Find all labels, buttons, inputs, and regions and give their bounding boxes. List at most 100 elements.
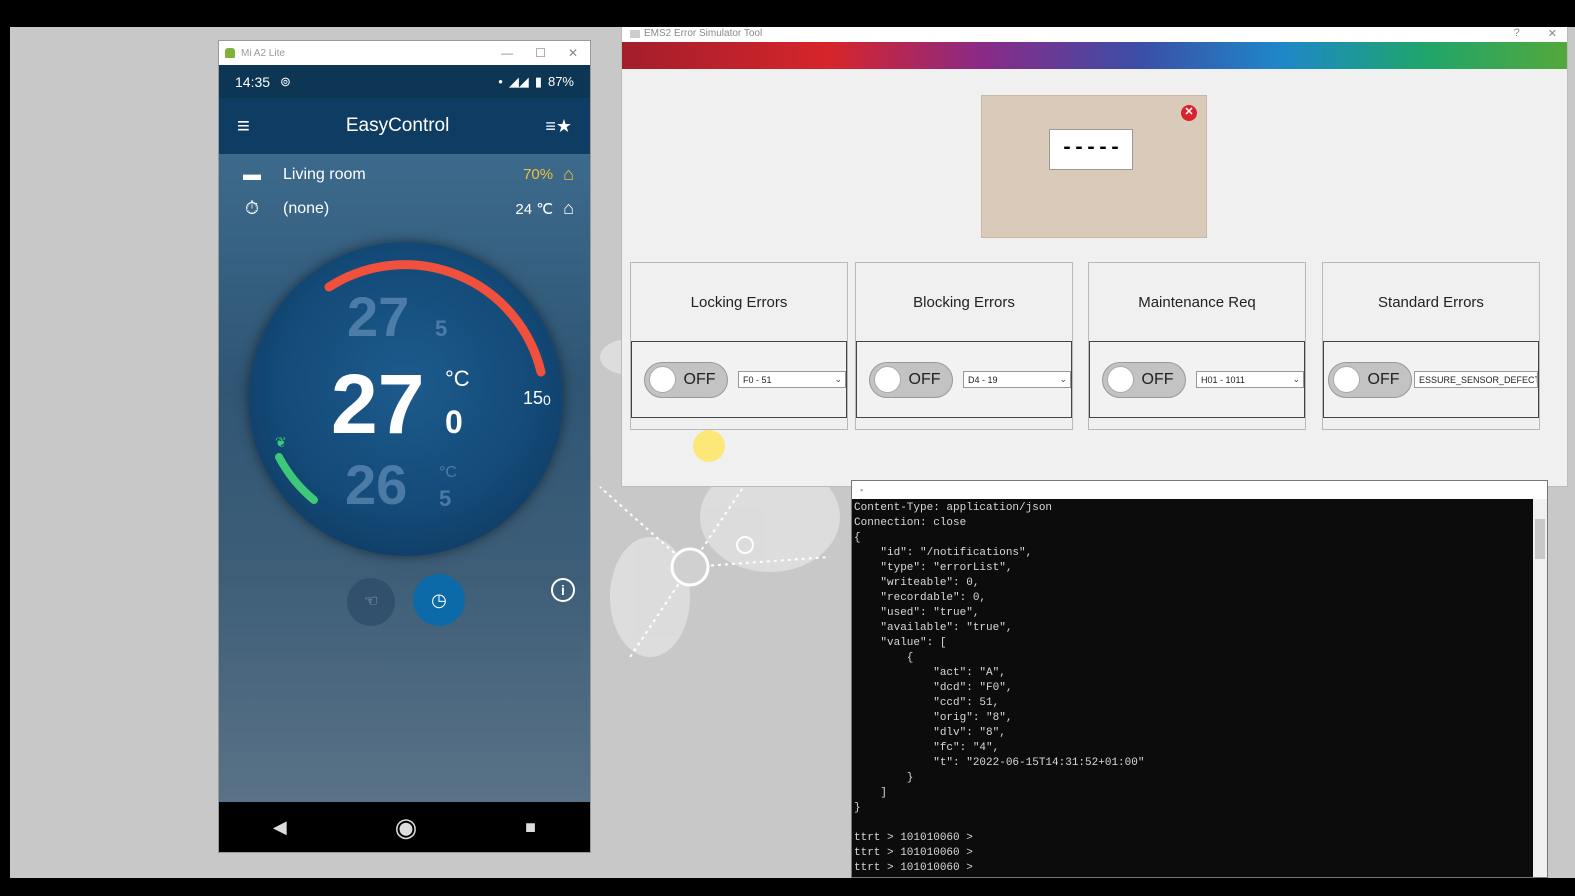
toggle-label: OFF: [1367, 370, 1400, 388]
sofa-icon: ▬: [243, 164, 261, 184]
ems-window-title: EMS2 Error Simulator Tool: [644, 28, 763, 39]
console-line: Content-Type: application/json: [854, 502, 1053, 514]
console-window: ▪ Content-Type: application/json Connecti…: [851, 480, 1548, 878]
console-line: "act": "A",: [854, 667, 1006, 679]
console-line: "type": "errorList",: [854, 562, 1013, 574]
blocking-errors-toggle[interactable]: OFF: [869, 361, 953, 398]
console-line: "dcd": "F0",: [854, 682, 1013, 694]
mouse-cursor-highlight: [693, 430, 725, 462]
phone-emulator-window: Mi A2 Lite — ☐ ✕ 14:35 ⊚ • ◢◢ ▮ 87% ≡ Ea…: [218, 40, 591, 853]
standard-errors-toggle[interactable]: OFF: [1328, 361, 1412, 398]
android-icon: [225, 48, 235, 58]
panel-controls: OFF H01 - 1011 ⌄: [1089, 341, 1305, 418]
console-line: {: [854, 532, 861, 544]
locking-error-select[interactable]: F0 - 51 ⌄: [738, 371, 846, 388]
home-icon[interactable]: ◉: [395, 812, 418, 843]
console-line: {: [854, 652, 914, 664]
console-line: "ccd": 51,: [854, 697, 1000, 709]
upper-setpoint-decimal: 5: [435, 316, 448, 341]
panel-title: Maintenance Req: [1138, 293, 1256, 311]
panel-controls: OFF D4 - 19 ⌄: [856, 341, 1072, 418]
console-line: "writeable": 0,: [854, 577, 980, 589]
console-line: "recordable": 0,: [854, 592, 987, 604]
notification-dot-icon: •: [498, 74, 503, 89]
panel-title: Standard Errors: [1378, 293, 1484, 311]
console-line: "value": [: [854, 637, 947, 649]
favorites-menu-icon[interactable]: ≡★: [545, 116, 572, 137]
toggle-label: OFF: [908, 370, 941, 388]
app-header: ≡ EasyControl ≡★: [219, 98, 590, 154]
back-icon[interactable]: ◀: [273, 817, 287, 838]
blocking-errors-panel: Blocking Errors OFF D4 - 19 ⌄: [855, 262, 1073, 430]
panel-title: Locking Errors: [690, 293, 788, 311]
status-time: 14:35: [235, 73, 271, 90]
room-name: Living room: [283, 165, 366, 183]
maintenance-select[interactable]: H01 - 1011 ⌄: [1196, 371, 1304, 388]
console-line: "orig": "8",: [854, 712, 1013, 724]
schedule-row[interactable]: ⏱ (none) 24 ℃ ⌂: [237, 198, 574, 219]
android-nav-bar: ◀ ◉ ■: [219, 802, 590, 852]
blocking-error-select[interactable]: D4 - 19 ⌄: [963, 371, 1071, 388]
console-window-icon: ▪: [860, 485, 864, 495]
console-line: ]: [854, 787, 888, 799]
screen: Mi A2 Lite — ☐ ✕ 14:35 ⊚ • ◢◢ ▮ 87% ≡ Ea…: [0, 0, 1575, 896]
chevron-down-icon: ⌄: [834, 374, 842, 384]
schedule-value: (none): [283, 199, 330, 217]
locking-errors-toggle[interactable]: OFF: [644, 361, 728, 398]
app-content: ▬ Living room 70% ⌂ ⏱ (none) 24 ℃ ⌂ ❦ 27…: [219, 154, 590, 804]
console-scrollbar[interactable]: [1533, 499, 1547, 877]
toggle-knob: [1333, 366, 1360, 393]
error-display-panel: ----- ✕: [981, 95, 1207, 238]
upper-setpoint: 27: [347, 285, 410, 348]
app-window-icon: [630, 29, 640, 38]
help-icon[interactable]: ?: [1514, 27, 1520, 40]
console-line: ttrt > 101010060 >: [854, 862, 973, 874]
clear-error-icon[interactable]: ✕: [1181, 105, 1197, 121]
toggle-label: OFF: [683, 370, 716, 388]
humidity-value: 70%: [523, 166, 554, 183]
select-value: D4 - 19: [968, 374, 998, 385]
toggle-knob: [649, 366, 676, 393]
outdoor-thermometer-icon: ⌂: [563, 198, 574, 218]
maintenance-req-toggle[interactable]: OFF: [1102, 361, 1186, 398]
select-value: H01 - 1011: [1201, 374, 1245, 385]
console-line: }: [854, 802, 861, 814]
console-line: ttrt > 101010060 >: [854, 847, 973, 859]
minimize-button[interactable]: —: [501, 46, 513, 60]
console-titlebar: ▪: [852, 481, 1547, 499]
close-window-button[interactable]: ✕: [568, 46, 578, 60]
panel-controls: OFF F0 - 51 ⌄: [631, 341, 847, 418]
side-value-decimal: 0: [543, 392, 551, 408]
auto-mode-clock-button[interactable]: ◷: [413, 574, 465, 626]
menu-icon[interactable]: ≡: [237, 113, 250, 139]
battery-icon: ▮: [534, 73, 542, 89]
recents-icon[interactable]: ■: [525, 817, 536, 838]
console-output[interactable]: Content-Type: application/json Connection…: [852, 499, 1547, 878]
scrollbar-thumb[interactable]: [1535, 519, 1545, 559]
ems-close-icon[interactable]: ✕: [1548, 27, 1557, 40]
maximize-button[interactable]: ☐: [535, 46, 546, 60]
temperature-unit: °C: [445, 366, 470, 391]
current-temperature-decimal: 0: [445, 404, 463, 440]
schedule-clock-icon: ⏱: [244, 198, 260, 218]
manual-mode-hand-icon[interactable]: ☜: [347, 578, 395, 626]
toggle-knob: [1107, 366, 1134, 393]
info-icon[interactable]: i: [551, 578, 575, 602]
toggle-label: OFF: [1141, 370, 1174, 388]
thermostat-dial[interactable]: ❦ 27 5 27 °C 0 26 °C 5 15 0: [249, 242, 563, 556]
console-line: "id": "/notifications",: [854, 547, 1033, 559]
current-temperature: 27: [331, 357, 425, 451]
battery-percent: 87%: [547, 74, 574, 89]
console-line: "available": "true",: [854, 622, 1013, 634]
select-value: ESSURE_SENSOR_DEFECT: [1419, 374, 1538, 385]
toggle-knob: [874, 366, 901, 393]
console-line: "fc": "4",: [854, 742, 1000, 754]
eco-arc: [275, 453, 318, 504]
room-row[interactable]: ▬ Living room 70% ⌂: [237, 164, 574, 185]
outside-temperature: 24 ℃: [515, 200, 554, 218]
maintenance-req-panel: Maintenance Req OFF H01 - 1011 ⌄: [1088, 262, 1306, 430]
standard-error-select[interactable]: ESSURE_SENSOR_DEFECT ⌄: [1414, 371, 1538, 388]
signal-icon: ◢◢: [508, 73, 529, 89]
ems-window-titlebar: EMS2 Error Simulator Tool ? ✕: [622, 27, 1567, 42]
